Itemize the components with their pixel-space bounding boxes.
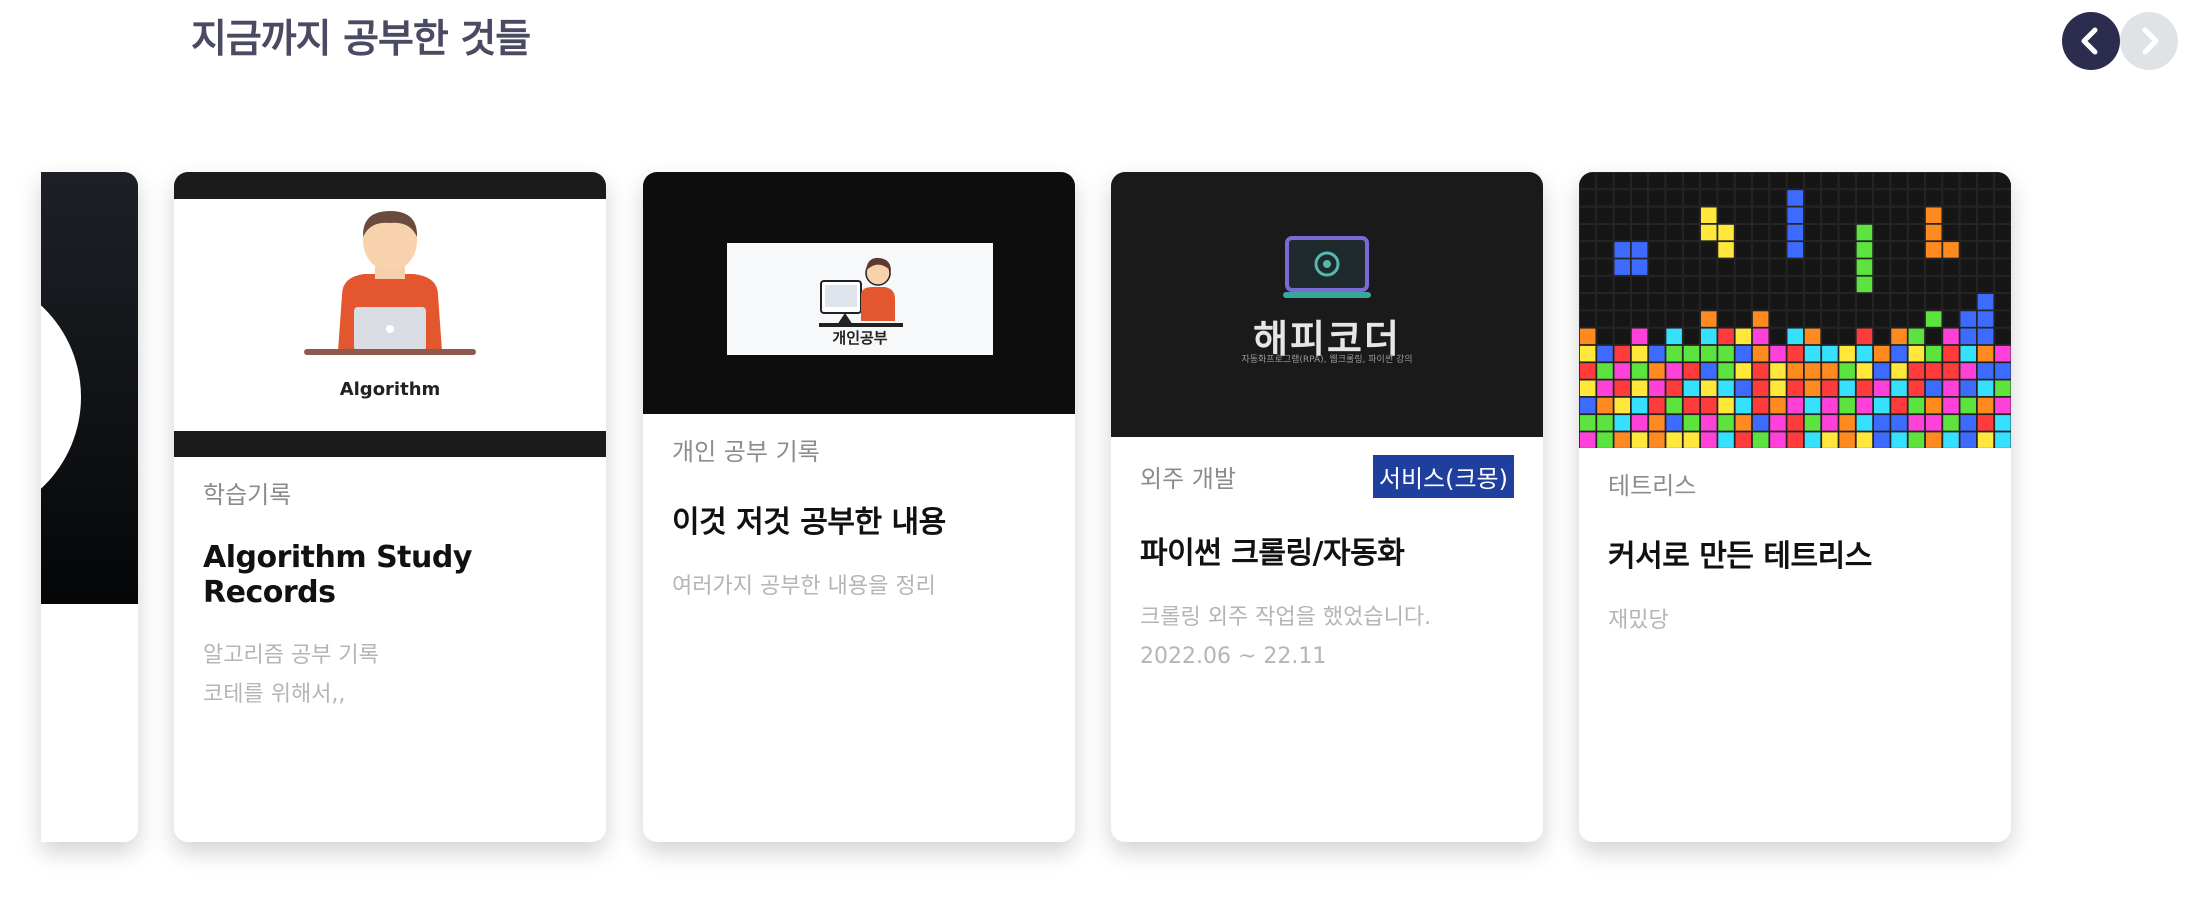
card-algorithm[interactable]: Algorithm 학습기록 Algorithm Study Records 알… [174, 172, 606, 842]
tetris-board-image [1579, 172, 2011, 448]
card-thumbnail [41, 172, 138, 604]
card-title: 이것 저것 공부한 내용 [672, 505, 946, 540]
card-category: 외주 개발 [1140, 465, 1236, 493]
card-description: 재밌당 [1608, 608, 1669, 633]
card-thumbnail: Algorithm [174, 172, 606, 457]
service-badge: 서비스(크몽) [1372, 455, 1514, 498]
card-description: 여러가지 공부한 내용을 정리 [672, 574, 936, 599]
thumbnail-circle-shape [41, 272, 81, 522]
card-title: 커서로 만든 테트리스 [1608, 539, 1872, 574]
developer-avatar-icon [304, 211, 476, 355]
section-title: 지금까지 공부한 것들 [191, 17, 531, 62]
card-category: 학습기록 [203, 481, 292, 509]
card-category: 개인 공부 기록 [672, 438, 820, 466]
card-personal-study[interactable]: 개인공부 개인 공부 기록 이것 저것 공부한 내용 여러가지 공부한 내용을 … [643, 172, 1075, 842]
thumbnail-subtitle: 자동화프로그램(RPA), 웹크롤링, 파이썬 강의 [1241, 355, 1413, 365]
laptop-gear-icon [1283, 236, 1371, 298]
card-thumbnail: 개인공부 [643, 172, 1075, 414]
thumbnail-panel: Algorithm [174, 199, 606, 431]
card-description: 알고리즘 공부 기록 코테를 위해서,, [203, 643, 379, 707]
thumbnail-panel: 개인공부 [727, 243, 993, 355]
card-title: 파이썬 크롤링/자동화 [1140, 536, 1405, 571]
chevron-left-icon [2081, 27, 2098, 55]
chevron-right-icon [2142, 27, 2159, 55]
card-outsourcing[interactable]: 해피코더 자동화프로그램(RPA), 웹크롤링, 파이썬 강의 외주 개발 서비… [1111, 172, 1543, 842]
thumbnail-caption: Algorithm [339, 379, 441, 400]
card-tetris[interactable]: 테트리스 커서로 만든 테트리스 재밌당 [1579, 172, 2011, 842]
carousel-prev-button[interactable] [2062, 12, 2120, 70]
card-category: 테트리스 [1608, 472, 1697, 500]
card-partial[interactable] [41, 172, 138, 842]
carousel-next-button[interactable] [2120, 12, 2178, 70]
thumbnail-caption: 개인공부 [832, 329, 888, 347]
card-description: 크롤링 외주 작업을 했었습니다. 2022.06 ~ 22.11 [1140, 605, 1432, 669]
card-thumbnail [1579, 172, 2011, 448]
card-carousel: Algorithm 학습기록 Algorithm Study Records 알… [41, 172, 2141, 842]
card-thumbnail: 해피코더 자동화프로그램(RPA), 웹크롤링, 파이썬 강의 [1111, 172, 1543, 437]
card-title: Algorithm Study Records [203, 540, 472, 610]
